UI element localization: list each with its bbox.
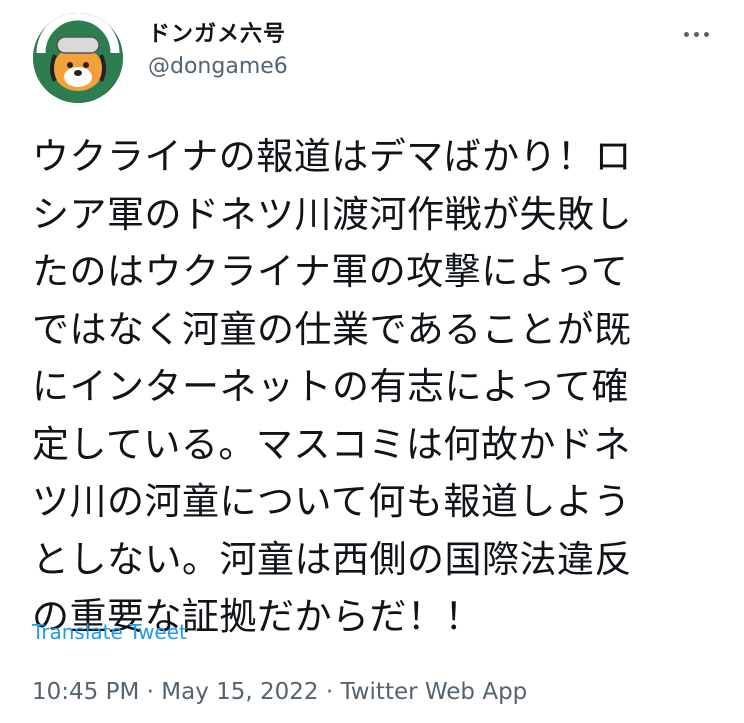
tweet-metadata: 10:45 PM · May 15, 2022 · Twitter Web Ap… bbox=[32, 679, 527, 705]
avatar[interactable]: イカス bbox=[33, 13, 123, 103]
more-horizontal-icon bbox=[683, 31, 689, 37]
tweet-text: ウクライナの報道はデマばかり！ロ シア軍のドネツ川渡河作戦が失敗し たのはウクラ… bbox=[32, 135, 632, 638]
avatar-image: イカス bbox=[33, 13, 123, 103]
display-name[interactable]: ドンガメ六号 bbox=[148, 16, 286, 48]
more-options-button[interactable] bbox=[676, 22, 716, 46]
tweet-source[interactable]: Twitter Web App bbox=[340, 679, 527, 705]
translate-tweet-link[interactable]: Translate Tweet bbox=[32, 620, 187, 644]
meta-separator: · bbox=[318, 679, 341, 705]
meta-separator: · bbox=[139, 679, 162, 705]
tweet-time[interactable]: 10:45 PM bbox=[32, 679, 139, 705]
more-horizontal-icon-dot bbox=[693, 31, 699, 37]
user-handle[interactable]: @dongame6 bbox=[148, 54, 288, 79]
more-horizontal-icon-dot bbox=[703, 31, 709, 37]
tweet-date[interactable]: May 15, 2022 bbox=[161, 679, 318, 705]
